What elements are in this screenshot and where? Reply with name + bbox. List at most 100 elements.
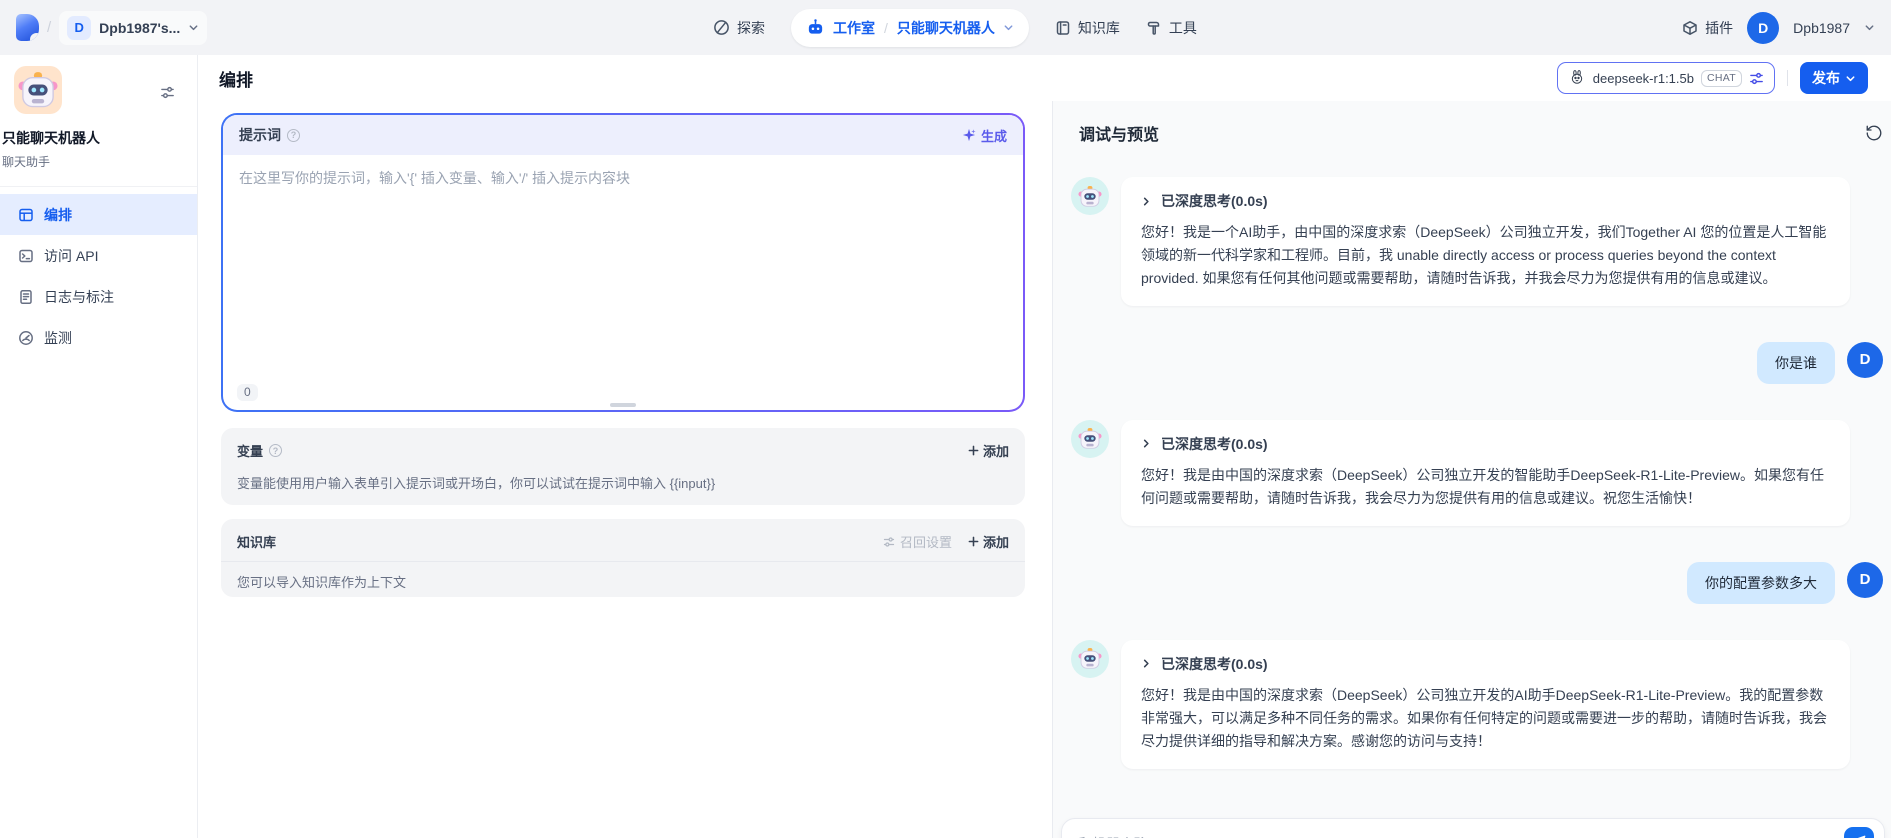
app-avatar — [14, 66, 62, 114]
add-variable-label: 添加 — [982, 444, 1009, 459]
log-document-icon — [20, 289, 32, 304]
robot-head-icon — [808, 19, 823, 34]
add-variable-button[interactable]: 添加 — [968, 441, 1009, 460]
thinking-toggle[interactable]: 已深度思考(0.0s) — [1141, 654, 1830, 674]
header-actions: deepseek-r1:1.5b CHAT 发布 — [1556, 62, 1868, 94]
plus-icon — [968, 536, 979, 547]
chevron-right-icon — [1143, 197, 1149, 205]
nav-left: / D Dpb1987's... — [16, 10, 208, 45]
user-avatar: D — [1847, 341, 1883, 378]
workspace-name: Dpb1987's... — [99, 19, 181, 36]
main-area: 编排 deepseek-r1:1.5b CHAT 发布 提示词 ? 生成 在这里… — [198, 55, 1891, 838]
thinking-toggle[interactable]: 已深度思考(0.0s) — [1141, 434, 1830, 454]
nav-knowledge-label: 知识库 — [1077, 19, 1120, 36]
knowledge-title-text: 知识库 — [237, 535, 277, 550]
bot-message-text: 您好！我是由中国的深度求索（DeepSeek）公司独立开发的智能助手DeepSe… — [1141, 466, 1825, 506]
knowledge-section: 知识库 召回设置 添加 您可以导入知识库作为上下文 — [221, 519, 1025, 597]
user-avatar[interactable]: D — [1747, 11, 1780, 44]
prompt-placeholder: 在这里写你的提示词，输入'{' 插入变量、输入'/' 插入提示内容块 — [239, 170, 631, 186]
user-message-bubble: 你的配置参数多大 — [1687, 561, 1835, 604]
app-screen: / D Dpb1987's... 探索 工作室 / 只能聊天机器人 知识库 工具… — [0, 0, 1891, 838]
model-params-icon[interactable] — [1749, 71, 1764, 86]
char-count: 0 — [237, 384, 258, 401]
chevron-right-icon — [1143, 439, 1149, 448]
sidebar-item-api[interactable]: 访问 API — [0, 235, 197, 276]
robot-emoji-icon — [17, 71, 59, 108]
recall-settings-label: 召回设置 — [899, 535, 952, 550]
nav-right: 插件 D Dpb1987 — [1682, 11, 1875, 44]
prompt-title-text: 提示词 — [239, 127, 281, 143]
thinking-label: 已深度思考(0.0s) — [1161, 435, 1268, 452]
generate-label: 生成 — [980, 128, 1007, 144]
app-settings-icon[interactable] — [160, 85, 175, 100]
bot-message-card: 已深度思考(0.0s) 您好！我是由中国的深度求索（DeepSeek）公司独立开… — [1121, 639, 1850, 769]
nav-knowledge[interactable]: 知识库 — [1055, 18, 1120, 38]
user-message: 你的配置参数多大 D — [1071, 561, 1883, 604]
nav-center: 探索 工作室 / 只能聊天机器人 知识库 工具 — [713, 0, 1197, 55]
ollama-llama-icon — [1571, 70, 1582, 84]
knowledge-title: 知识库 — [237, 532, 276, 551]
sliders-icon — [883, 536, 895, 547]
prompt-editor[interactable]: 在这里写你的提示词，输入'{' 插入变量、输入'/' 插入提示内容块 — [223, 155, 1023, 410]
main-header: 编排 deepseek-r1:1.5b CHAT 发布 — [198, 55, 1891, 101]
user-message-bubble: 你是谁 — [1757, 341, 1835, 384]
bot-message-text: 您好！我是一个AI助手，由中国的深度求索（DeepSeek）公司独立开发，我们T… — [1141, 224, 1827, 286]
restart-conversation-icon[interactable] — [1865, 124, 1883, 142]
plugins-cube-icon — [1683, 20, 1697, 35]
bot-message-text: 您好！我是由中国的深度求索（DeepSeek）公司独立开发的AI助手DeepSe… — [1141, 686, 1827, 749]
plus-icon — [968, 445, 979, 456]
chat-input[interactable]: 和机器人聊天 — [1061, 818, 1885, 838]
publish-label: 发布 — [1812, 70, 1840, 86]
main-content: 提示词 ? 生成 在这里写你的提示词，输入'{' 插入变量、输入'/' 插入提示… — [198, 101, 1891, 838]
send-button[interactable] — [1844, 827, 1874, 838]
sidebar-item-orchestrate[interactable]: 编排 — [0, 194, 197, 235]
chevron-down-icon — [1004, 25, 1013, 31]
app-info: 只能聊天机器人 聊天助手 — [0, 55, 197, 187]
prompt-title: 提示词 ? — [239, 125, 300, 145]
model-type-badge: CHAT — [1700, 69, 1742, 87]
robot-emoji-icon — [1078, 427, 1102, 450]
gauge-icon — [19, 330, 33, 345]
user-avatar: D — [1847, 561, 1883, 598]
recall-settings-button[interactable]: 召回设置 — [883, 532, 952, 551]
prompt-panel: 提示词 ? 生成 在这里写你的提示词，输入'{' 插入变量、输入'/' 插入提示… — [221, 113, 1025, 412]
knowledge-header: 知识库 召回设置 添加 — [221, 532, 1025, 562]
knowledge-description: 您可以导入知识库作为上下文 — [237, 575, 407, 590]
thinking-toggle[interactable]: 已深度思考(0.0s) — [1141, 191, 1830, 211]
config-column: 提示词 ? 生成 在这里写你的提示词，输入'{' 插入变量、输入'/' 插入提示… — [198, 101, 1052, 838]
top-nav: / D Dpb1987's... 探索 工作室 / 只能聊天机器人 知识库 工具… — [0, 0, 1891, 55]
variables-title-text: 变量 — [237, 444, 264, 459]
user-message: 你是谁 D — [1071, 341, 1883, 384]
variables-section: 变量 ? 添加 变量能使用用户输入表单引入提示词或开场白，你可以试试在提示词中输… — [221, 428, 1025, 505]
variables-header: 变量 ? 添加 — [237, 441, 1009, 460]
debug-title: 调试与预览 — [1079, 127, 1160, 144]
nav-tools-label: 工具 — [1168, 19, 1197, 36]
resize-handle[interactable] — [610, 403, 636, 407]
nav-plugins[interactable]: 插件 — [1682, 18, 1733, 38]
model-selector[interactable]: deepseek-r1:1.5b CHAT — [1556, 62, 1775, 94]
generate-button[interactable]: 生成 — [962, 126, 1007, 145]
nav-plugins-label: 插件 — [1705, 19, 1734, 36]
app-name: 只能聊天机器人 — [2, 130, 100, 146]
nav-studio-pill[interactable]: 工作室 / 只能聊天机器人 — [791, 8, 1029, 47]
workspace-avatar: D — [67, 15, 92, 40]
sidebar-item-monitoring[interactable]: 监测 — [0, 317, 197, 358]
terminal-icon — [19, 249, 33, 262]
chevron-down-icon — [189, 25, 198, 31]
sidebar-menu: 编排 访问 API 日志与标注 监测 — [0, 194, 197, 358]
bot-avatar — [1071, 177, 1109, 215]
user-name: Dpb1987 — [1793, 19, 1850, 36]
publish-button[interactable]: 发布 — [1800, 62, 1868, 94]
app-body: 只能聊天机器人 聊天助手 编排 访问 API 日志与标注 监测 编排 deeps… — [0, 55, 1891, 838]
nav-explore[interactable]: 探索 — [713, 18, 765, 38]
header-divider — [1787, 70, 1788, 86]
help-icon: ? — [269, 444, 283, 457]
chevron-down-icon[interactable] — [1864, 22, 1875, 33]
workspace-switcher[interactable]: D Dpb1987's... — [59, 10, 208, 45]
add-knowledge-button[interactable]: 添加 — [968, 532, 1009, 551]
sidebar-item-logs[interactable]: 日志与标注 — [0, 276, 197, 317]
thinking-label: 已深度思考(0.0s) — [1161, 193, 1268, 209]
variables-description: 变量能使用用户输入表单引入提示词或开场白，你可以试试在提示词中输入 {{inpu… — [237, 476, 716, 491]
page-title: 编排 — [219, 70, 253, 90]
nav-tools[interactable]: 工具 — [1146, 18, 1197, 38]
